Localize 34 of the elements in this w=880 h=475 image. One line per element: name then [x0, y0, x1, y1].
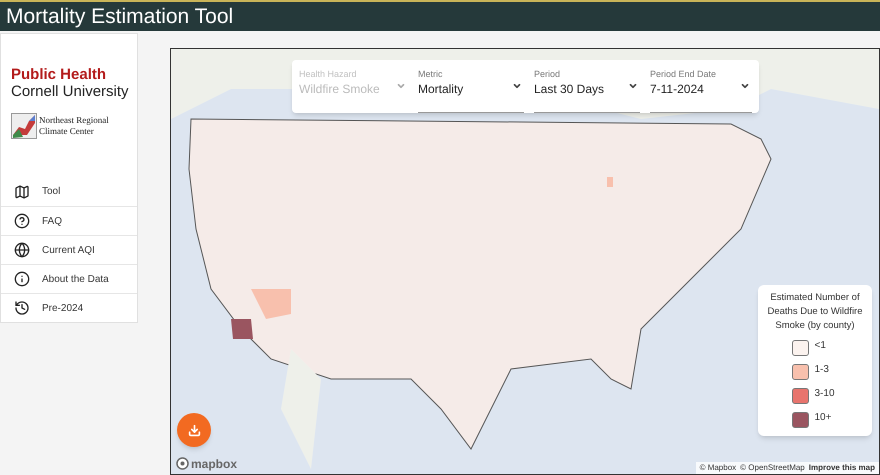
- globe-icon: [14, 242, 30, 258]
- dropdown-caret-icon: [512, 81, 522, 91]
- dropdown-caret-icon: [628, 81, 638, 91]
- partner-logo-text: Northeast Regional Climate Center: [39, 115, 110, 137]
- download-button[interactable]: [177, 413, 211, 447]
- legend-label: 3-10: [814, 388, 836, 400]
- select-field[interactable]: Period Last 30 Days: [534, 68, 640, 113]
- help-icon: [14, 213, 30, 229]
- attribution-link[interactable]: © Mapbox: [700, 462, 736, 474]
- mapbox-logo-icon: [176, 457, 189, 470]
- legend-label: 10+: [814, 412, 832, 424]
- nav-item[interactable]: About the Data: [1, 264, 137, 293]
- attribution-link[interactable]: Improve this map: [808, 462, 875, 474]
- brand-title: Public Health: [11, 66, 108, 83]
- nav-item[interactable]: FAQ: [1, 206, 137, 235]
- legend-label: <1: [814, 340, 827, 352]
- brand-subtitle: Cornell University: [11, 83, 130, 101]
- select-field[interactable]: Period End Date 7-11-2024: [650, 68, 752, 113]
- info-icon: [14, 271, 30, 287]
- legend-label: 1-3: [814, 364, 830, 376]
- mapbox-logo: mapbox: [191, 458, 238, 470]
- history-icon: [14, 300, 30, 316]
- map-icon: [14, 184, 30, 200]
- dropdown-caret-icon: [740, 81, 750, 91]
- nav-item[interactable]: Tool: [1, 177, 137, 206]
- attribution-link[interactable]: © OpenStreetMap: [740, 462, 805, 474]
- app-title: Mortality Estimation Tool: [6, 6, 234, 27]
- nav-item[interactable]: Current AQI: [1, 235, 137, 264]
- download-icon: [188, 424, 200, 436]
- legend-title: Estimated Number of Deaths Due to Wildfire Smoke (by county): [766, 291, 864, 333]
- region-map-icon: [11, 113, 37, 139]
- nav-item[interactable]: Pre-2024: [1, 293, 137, 322]
- dropdown-caret-icon: [396, 81, 406, 91]
- select-field[interactable]: Metric Mortality: [418, 68, 524, 113]
